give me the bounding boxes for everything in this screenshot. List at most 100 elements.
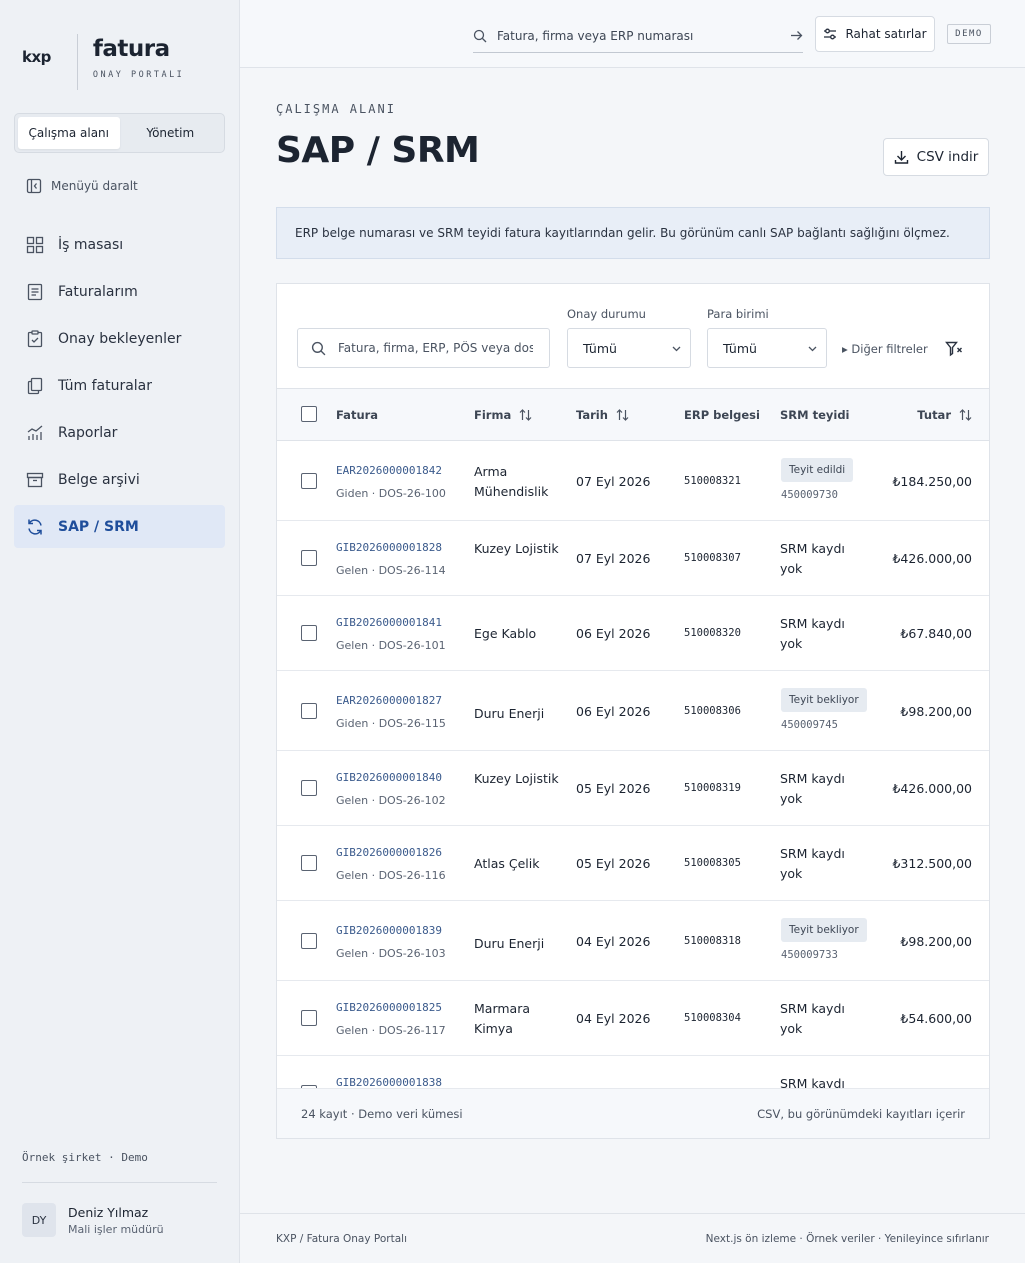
logo-subtitle: ONAY PORTALI	[92, 70, 185, 80]
status-filter-label: Onay durumu	[567, 307, 646, 321]
row-checkbox[interactable]	[301, 703, 317, 719]
user-name: Deniz Yılmaz	[68, 1204, 149, 1220]
select-all-checkbox[interactable]	[301, 406, 317, 422]
column-firm-label: Firma	[474, 408, 512, 422]
grid-icon	[26, 236, 58, 254]
erp-document: 510008307	[684, 552, 741, 564]
erp-document: 510008305	[684, 857, 741, 869]
invoice-date: 05 Eyl 2026	[576, 781, 651, 796]
user-profile[interactable]: DY Deniz Yılmaz Mali işler müdürü	[22, 1203, 164, 1237]
row-checkbox[interactable]	[301, 933, 317, 949]
logo[interactable]: kxp fatura ONAY PORTALI	[22, 34, 185, 90]
column-invoice: Fatura	[336, 408, 378, 422]
more-filters-toggle[interactable]: ▸ Diğer filtreler	[842, 342, 928, 356]
invoice-number[interactable]: GIB2026000001826	[336, 846, 442, 859]
archive-icon	[26, 471, 58, 489]
srm-reference: 450009733	[781, 949, 838, 961]
workspace-switcher: Çalışma alanı Yönetim	[14, 113, 225, 153]
invoice-subline: Gelen · DOS-26-114	[336, 564, 446, 577]
invoice-date: 05 Eyl 2026	[576, 856, 651, 871]
sidebar-item-my-invoices[interactable]: Faturalarım	[14, 270, 225, 313]
invoice-amount: ₺67.840,00	[900, 626, 972, 641]
sidebar-item-dashboard[interactable]: İş masası	[14, 223, 225, 266]
table-row[interactable]: GIB2026000001838 SRM kaydı	[277, 1056, 989, 1088]
column-erp: ERP belgesi	[684, 408, 760, 422]
sidebar-item-pending-approvals[interactable]: Onay bekleyenler	[14, 317, 225, 360]
global-search-input[interactable]: Fatura, firma veya ERP numarası	[497, 29, 790, 43]
segment-workspace[interactable]: Çalışma alanı	[18, 117, 120, 149]
invoice-number[interactable]: GIB2026000001841	[336, 616, 442, 629]
invoice-number[interactable]: GIB2026000001828	[336, 541, 442, 554]
srm-status: SRM kaydı yok	[780, 541, 845, 576]
firm-name: Kuzey Lojistik	[474, 541, 559, 556]
segment-admin[interactable]: Yönetim	[120, 117, 222, 149]
arrow-right-icon[interactable]	[790, 29, 803, 42]
column-firm[interactable]: Firma	[474, 408, 532, 422]
search-icon	[473, 29, 487, 43]
table-row[interactable]: GIB2026000001839 Gelen · DOS-26-103 Duru…	[277, 901, 989, 981]
status-filter-value: Tümü	[583, 340, 617, 356]
sidebar-item-archive[interactable]: Belge arşivi	[14, 458, 225, 501]
invoice-subline: Gelen · DOS-26-103	[336, 947, 446, 960]
table-search[interactable]: Fatura, firma, ERP, PÖS veya dosya no	[297, 328, 550, 368]
column-amount-label: Tutar	[917, 408, 951, 422]
table-row[interactable]: GIB2026000001841 Gelen · DOS-26-101 Ege …	[277, 596, 989, 671]
sidebar-item-reports[interactable]: Raporlar	[14, 411, 225, 454]
column-date[interactable]: Tarih	[576, 408, 629, 422]
srm-status: SRM kaydı yok	[780, 846, 845, 881]
invoice-number[interactable]: EAR2026000001842	[336, 464, 442, 477]
sidebar-item-all-invoices[interactable]: Tüm faturalar	[14, 364, 225, 407]
invoice-subline: Gelen · DOS-26-117	[336, 1024, 446, 1037]
erp-document: 510008321	[684, 475, 741, 487]
invoice-number[interactable]: EAR2026000001827	[336, 694, 442, 707]
global-search[interactable]: Fatura, firma veya ERP numarası	[473, 19, 803, 53]
footer-info: Next.js ön izleme · Örnek veriler · Yeni…	[705, 1233, 989, 1245]
table-row[interactable]: EAR2026000001842 Giden · DOS-26-100 Arma…	[277, 441, 989, 521]
row-checkbox[interactable]	[301, 625, 317, 641]
currency-filter-select[interactable]: Tümü	[707, 328, 827, 368]
invoice-number[interactable]: GIB2026000001838	[336, 1076, 442, 1088]
table-header: Fatura Firma Tarih ERP belgesi SRM teyid…	[277, 388, 989, 441]
logo-kxp: kxp	[22, 48, 51, 66]
sync-icon	[26, 518, 58, 536]
srm-reference: 450009745	[781, 719, 838, 731]
erp-document: 510008318	[684, 935, 741, 947]
sliders-icon	[823, 27, 845, 41]
invoice-number[interactable]: GIB2026000001839	[336, 924, 442, 937]
column-amount[interactable]: Tutar	[917, 408, 972, 422]
firm-name: Kuzey Lojistik	[474, 771, 559, 786]
csv-download-button[interactable]: CSV indir	[883, 138, 989, 176]
table-row[interactable]: GIB2026000001826 Gelen · DOS-26-116 Atla…	[277, 826, 989, 901]
clear-filters-icon[interactable]	[945, 340, 963, 358]
row-checkbox[interactable]	[301, 550, 317, 566]
table-row[interactable]: GIB2026000001825 Gelen · DOS-26-117 Marm…	[277, 981, 989, 1056]
table-row[interactable]: GIB2026000001828 Gelen · DOS-26-114 Kuze…	[277, 521, 989, 596]
sidebar-collapse-icon	[26, 178, 51, 194]
status-filter-select[interactable]: Tümü	[567, 328, 691, 368]
invoice-number[interactable]: GIB2026000001840	[336, 771, 442, 784]
density-toggle-label: Rahat satırlar	[845, 27, 927, 41]
row-checkbox[interactable]	[301, 855, 317, 871]
clipboard-check-icon	[26, 329, 58, 348]
table-row[interactable]: EAR2026000001827 Giden · DOS-26-115 Duru…	[277, 671, 989, 751]
collapse-menu-button[interactable]: Menüyü daralt	[26, 178, 138, 194]
table-body: EAR2026000001842 Giden · DOS-26-100 Arma…	[277, 441, 989, 1088]
row-checkbox[interactable]	[301, 780, 317, 796]
invoice-amount: ₺98.200,00	[900, 704, 972, 719]
sidebar-item-sap-srm[interactable]: SAP / SRM	[14, 505, 225, 548]
table-row[interactable]: GIB2026000001840 Gelen · DOS-26-102 Kuze…	[277, 751, 989, 826]
topbar: Fatura, firma veya ERP numarası Rahat sa…	[240, 0, 1025, 68]
row-checkbox[interactable]	[301, 1010, 317, 1026]
chevron-down-icon	[807, 343, 818, 354]
sidebar-item-label: Belge arşivi	[58, 471, 140, 488]
row-checkbox[interactable]	[301, 473, 317, 489]
srm-status: SRM kaydı yok	[780, 616, 845, 651]
table-search-input[interactable]: Fatura, firma, ERP, PÖS veya dosya no	[338, 341, 533, 355]
srm-status-badge: Teyit edildi	[781, 458, 854, 482]
density-toggle-button[interactable]: Rahat satırlar	[815, 16, 935, 52]
erp-document: 510008320	[684, 627, 741, 639]
company-name: Örnek şirket · Demo	[22, 1151, 148, 1164]
invoice-number[interactable]: GIB2026000001825	[336, 1001, 442, 1014]
avatar: DY	[22, 1203, 56, 1237]
firm-name: Duru Enerji	[474, 706, 545, 721]
